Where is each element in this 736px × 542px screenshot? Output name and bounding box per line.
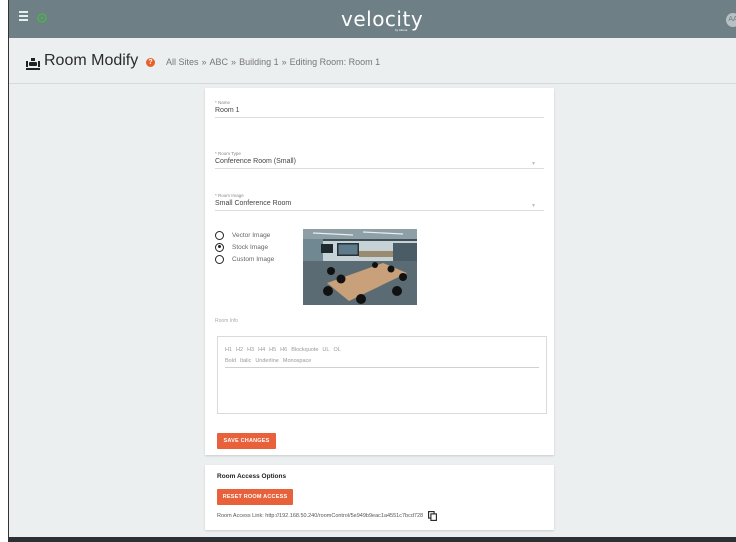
logo-subtext: by Atlona bbox=[395, 28, 408, 32]
h3-button[interactable]: H3 bbox=[247, 347, 254, 353]
image-type-radio-group: Vector Image Stock Image Custom Image bbox=[215, 229, 295, 265]
save-changes-button[interactable]: SAVE CHANGES bbox=[217, 433, 276, 449]
breadcrumb-current: Editing Room: Room 1 bbox=[289, 57, 381, 67]
page-title: Room Modify bbox=[44, 52, 139, 69]
menu-icon[interactable] bbox=[19, 11, 28, 21]
breadcrumb-building[interactable]: Building 1 bbox=[239, 57, 279, 67]
page-header: Room Modify ? All Sites» ABC» Building 1» E… bbox=[9, 38, 736, 84]
room-access-title: Room Access Options bbox=[217, 473, 287, 480]
radio-label: Stock Image bbox=[232, 243, 269, 251]
toolbar-row-formatting: Bold Italic Underline Monospace bbox=[225, 355, 539, 366]
radio-button[interactable] bbox=[215, 230, 224, 240]
monospace-button[interactable]: Monospace bbox=[283, 358, 311, 364]
name-input[interactable]: Room 1 bbox=[215, 107, 544, 117]
name-label: * Name bbox=[215, 100, 231, 105]
room-access-link[interactable]: Room Access Link: http://192.168.50.240/… bbox=[217, 513, 423, 519]
radio-custom-image[interactable]: Custom Image bbox=[215, 253, 295, 265]
room-access-link-row: Room Access Link: http://192.168.50.240/… bbox=[217, 511, 438, 521]
velocity-logo: velocity by Atlona bbox=[341, 5, 431, 35]
copy-icon[interactable] bbox=[428, 511, 438, 521]
name-field[interactable]: * Name Room 1 bbox=[215, 100, 544, 118]
room-preview-image bbox=[303, 229, 417, 305]
h6-button[interactable]: H6 bbox=[280, 347, 287, 353]
radio-button[interactable] bbox=[215, 254, 224, 264]
room-type-value[interactable]: Conference Room (Small) bbox=[215, 158, 544, 168]
radio-label: Vector Image bbox=[232, 231, 271, 239]
logo-text: velocity bbox=[341, 7, 424, 31]
editor-toolbar: H1 H2 H3 H4 H5 H6 Blockquote UL OL Bold … bbox=[225, 344, 539, 368]
room-info-label: Room Info bbox=[215, 318, 239, 324]
chevron-down-icon[interactable]: ▼ bbox=[531, 161, 536, 167]
h5-button[interactable]: H5 bbox=[269, 347, 276, 353]
room-image-value[interactable]: Small Conference Room bbox=[215, 200, 544, 210]
radio-stock-image[interactable]: Stock Image bbox=[215, 241, 295, 253]
room-image-select[interactable]: * Room Image Small Conference Room ▼ bbox=[215, 193, 544, 211]
breadcrumb: All Sites» ABC» Building 1» Editing Room: R… bbox=[166, 57, 380, 67]
top-bar: velocity by Atlona AA bbox=[9, 0, 736, 38]
h1-button[interactable]: H1 bbox=[225, 347, 232, 353]
breadcrumb-separator: » bbox=[281, 57, 287, 67]
room-details-card: * Name Room 1 * Room Type Conference Roo… bbox=[205, 88, 554, 455]
connection-status-icon bbox=[37, 13, 47, 23]
bold-button[interactable]: Bold bbox=[225, 358, 236, 364]
chevron-down-icon[interactable]: ▼ bbox=[531, 203, 536, 209]
h4-button[interactable]: H4 bbox=[258, 347, 265, 353]
room-info-editor[interactable]: H1 H2 H3 H4 H5 H6 Blockquote UL OL Bold … bbox=[217, 336, 547, 414]
breadcrumb-site[interactable]: ABC bbox=[210, 57, 229, 67]
help-icon[interactable]: ? bbox=[146, 58, 155, 67]
underline-button[interactable]: Underline bbox=[255, 358, 279, 364]
room-type-select[interactable]: * Room Type Conference Room (Small) ▼ bbox=[215, 151, 544, 169]
radio-label: Custom Image bbox=[232, 255, 275, 263]
breadcrumb-separator: » bbox=[201, 57, 207, 67]
room-type-label: * Room Type bbox=[215, 151, 241, 156]
user-avatar[interactable]: AA bbox=[726, 13, 736, 27]
reset-room-access-button[interactable]: RESET ROOM ACCESS bbox=[217, 489, 293, 505]
ol-button[interactable]: OL bbox=[333, 347, 340, 353]
italic-button[interactable]: Italic bbox=[240, 358, 251, 364]
room-access-card: Room Access Options RESET ROOM ACCESS Ro… bbox=[205, 465, 554, 530]
room-image-label: * Room Image bbox=[215, 193, 244, 198]
bottom-bar bbox=[9, 537, 736, 542]
radio-button-selected[interactable] bbox=[215, 242, 224, 252]
ul-button[interactable]: UL bbox=[322, 347, 329, 353]
breadcrumb-all-sites[interactable]: All Sites bbox=[166, 57, 199, 67]
h2-button[interactable]: H2 bbox=[236, 347, 243, 353]
radio-vector-image[interactable]: Vector Image bbox=[215, 229, 295, 241]
room-icon bbox=[26, 58, 40, 70]
toolbar-row-headings: H1 H2 H3 H4 H5 H6 Blockquote UL OL bbox=[225, 344, 539, 355]
breadcrumb-separator: » bbox=[231, 57, 237, 67]
app-frame: velocity by Atlona AA Room Modify ? All … bbox=[8, 0, 736, 542]
blockquote-button[interactable]: Blockquote bbox=[291, 347, 318, 353]
